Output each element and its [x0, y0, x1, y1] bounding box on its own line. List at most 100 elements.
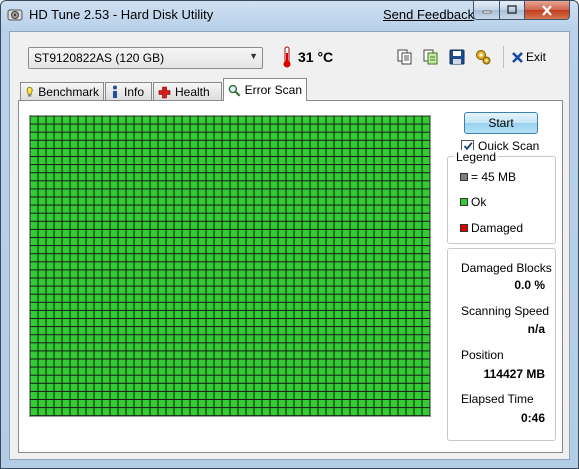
scan-block — [366, 246, 374, 254]
scan-block — [318, 189, 326, 197]
scan-block — [94, 173, 102, 181]
scan-block — [46, 173, 54, 181]
maximize-button[interactable] — [499, 1, 525, 20]
scan-block — [374, 238, 382, 246]
scan-block — [270, 157, 278, 165]
scan-block — [270, 116, 278, 124]
scan-block — [110, 262, 118, 270]
scan-block — [422, 197, 430, 205]
scan-block — [158, 351, 166, 359]
copy-text-button[interactable] — [394, 46, 416, 68]
scan-block — [406, 229, 414, 237]
tab-benchmark[interactable]: Benchmark — [20, 82, 104, 101]
scan-block — [262, 254, 270, 262]
scan-block — [198, 359, 206, 367]
scan-block — [54, 205, 62, 213]
scan-block — [102, 335, 110, 343]
scan-block — [94, 310, 102, 318]
scan-block — [54, 197, 62, 205]
title-bar[interactable]: HD Tune 2.53 - Hard Disk Utility Send Fe… — [1, 1, 578, 29]
scan-block — [398, 157, 406, 165]
scan-block — [278, 116, 286, 124]
scan-block — [134, 213, 142, 221]
scan-block — [118, 189, 126, 197]
scan-block — [238, 157, 246, 165]
scan-block — [166, 132, 174, 140]
scan-block — [38, 319, 46, 327]
scan-block — [366, 367, 374, 375]
scan-block — [390, 408, 398, 416]
scan-block — [190, 205, 198, 213]
scan-block — [102, 229, 110, 237]
scan-block — [30, 189, 38, 197]
scan-block — [134, 286, 142, 294]
scan-block — [230, 246, 238, 254]
copy-screenshot-icon — [423, 49, 438, 65]
scan-block — [86, 359, 94, 367]
scan-block — [198, 278, 206, 286]
scan-block — [294, 351, 302, 359]
scan-block — [134, 246, 142, 254]
scan-block — [46, 302, 54, 310]
scan-block — [150, 238, 158, 246]
scan-block — [86, 327, 94, 335]
scan-block — [358, 213, 366, 221]
close-button[interactable] — [524, 1, 570, 20]
exit-button[interactable]: Exit — [511, 46, 546, 68]
scan-block — [414, 286, 422, 294]
send-feedback-link[interactable]: Send Feedback — [383, 7, 474, 22]
scan-block — [110, 286, 118, 294]
scan-block — [278, 197, 286, 205]
options-button[interactable] — [472, 46, 494, 68]
minimize-button[interactable] — [473, 1, 500, 20]
scan-block — [326, 286, 334, 294]
scan-block — [230, 302, 238, 310]
tab-error-scan[interactable]: Error Scan — [223, 78, 307, 101]
copy-screenshot-button[interactable] — [420, 46, 442, 68]
scan-block — [254, 148, 262, 156]
scan-block — [230, 408, 238, 416]
scan-block — [398, 181, 406, 189]
drive-select[interactable]: ST9120822AS (120 GB) ▼ — [28, 47, 263, 69]
temperature-readout: 31 °C — [298, 49, 334, 65]
scan-block — [278, 238, 286, 246]
scan-block — [198, 391, 206, 399]
scan-block — [126, 262, 134, 270]
scan-block — [142, 351, 150, 359]
scan-block — [246, 132, 254, 140]
scan-block — [30, 229, 38, 237]
scan-block — [182, 173, 190, 181]
scan-block — [246, 197, 254, 205]
scan-block — [350, 278, 358, 286]
tab-info[interactable]: Info — [105, 82, 152, 101]
scan-block — [406, 359, 414, 367]
scan-block — [222, 400, 230, 408]
scan-block — [390, 319, 398, 327]
scan-block — [230, 359, 238, 367]
scan-block — [174, 383, 182, 391]
scan-block — [302, 343, 310, 351]
scan-block — [406, 270, 414, 278]
scan-block — [286, 132, 294, 140]
scan-block — [86, 254, 94, 262]
tab-health[interactable]: Health — [153, 82, 222, 101]
scan-block — [182, 327, 190, 335]
scan-block — [422, 400, 430, 408]
scan-block — [342, 124, 350, 132]
scan-block — [390, 140, 398, 148]
scan-block — [62, 270, 70, 278]
scan-block — [358, 335, 366, 343]
scan-block — [118, 165, 126, 173]
scan-block — [230, 205, 238, 213]
save-button[interactable] — [446, 46, 468, 68]
start-button[interactable]: Start — [464, 112, 538, 134]
scan-block — [142, 294, 150, 302]
scan-block — [326, 400, 334, 408]
scan-block — [142, 181, 150, 189]
scan-block — [382, 173, 390, 181]
scan-block — [46, 132, 54, 140]
scan-block — [62, 213, 70, 221]
scan-block — [238, 116, 246, 124]
scan-block — [86, 148, 94, 156]
scan-block — [46, 157, 54, 165]
